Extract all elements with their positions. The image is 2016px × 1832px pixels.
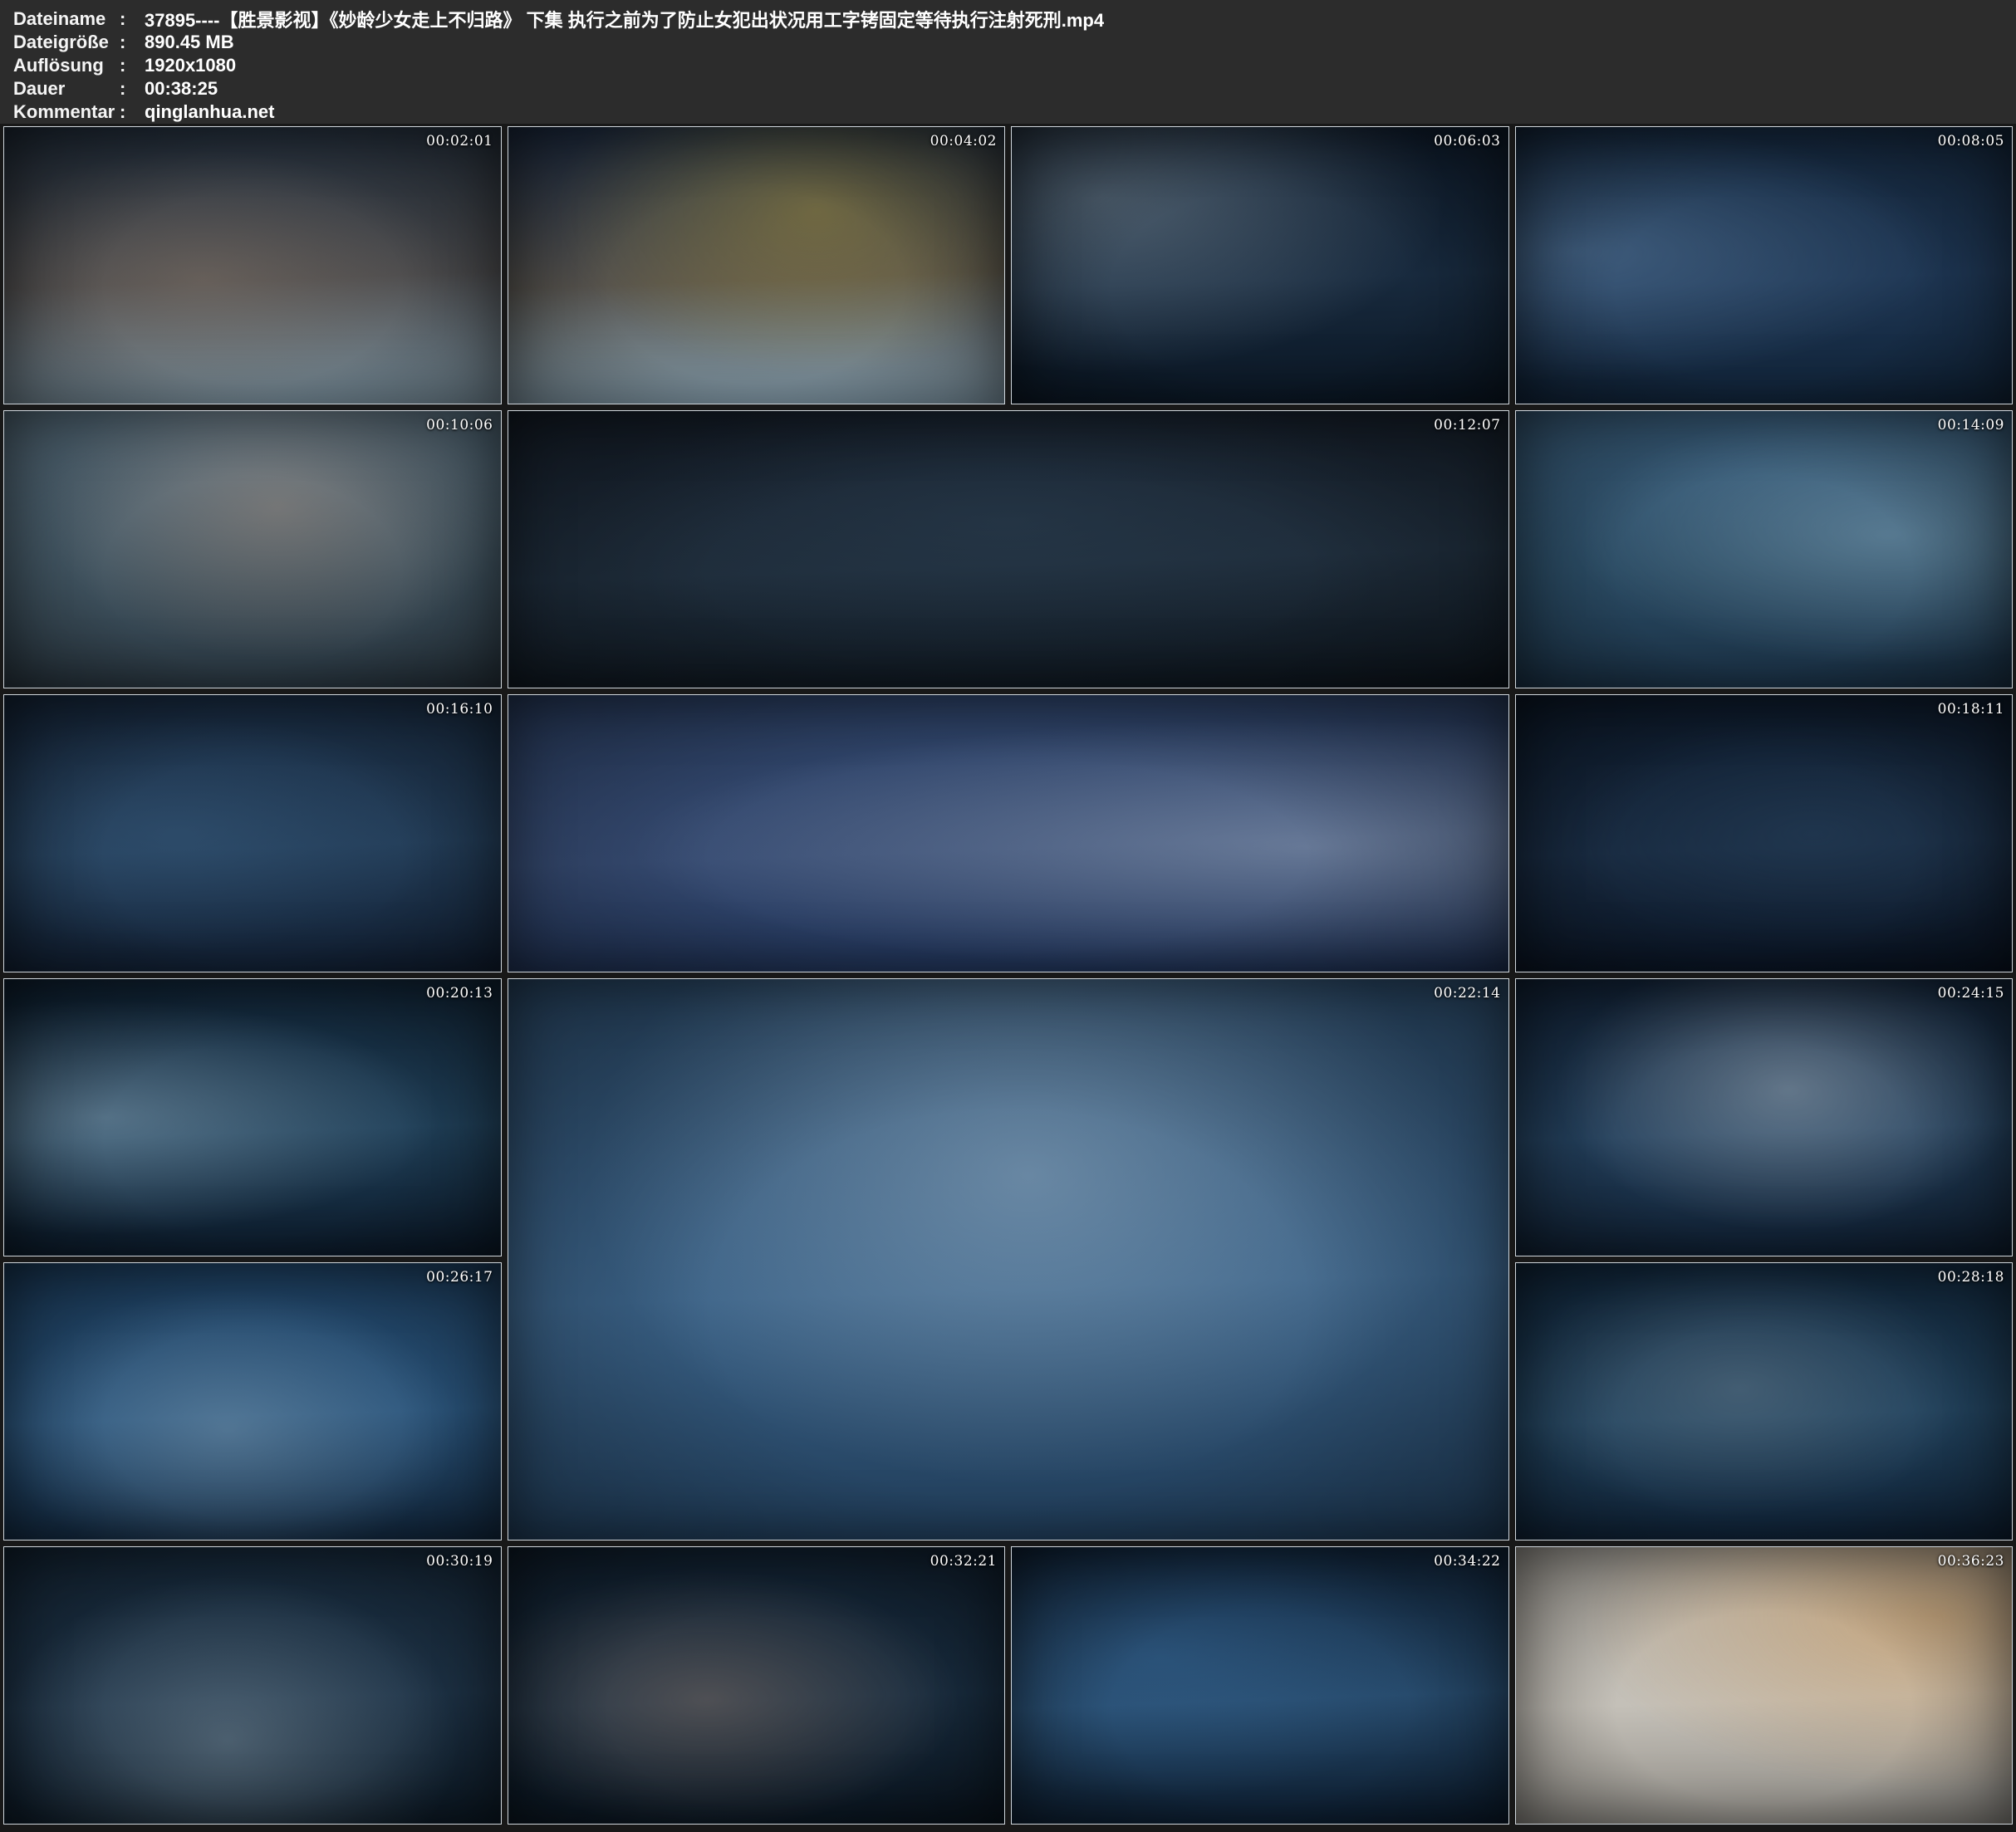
timestamp-overlay: 00:08:05 [1938, 133, 2004, 149]
video-thumbnail-9 [508, 694, 1509, 972]
timestamp-overlay: 00:12:07 [1434, 417, 1500, 434]
field-separator: : [120, 101, 145, 123]
video-thumbnail-19: 00:36:23 [1515, 1546, 2014, 1825]
comment-value: qinglanhua.net [145, 101, 274, 123]
timestamp-overlay: 00:06:03 [1434, 133, 1500, 149]
timestamp-overlay: 00:04:02 [930, 133, 997, 149]
metadata-row-filesize: Dateigröße : 890.45 MB [13, 31, 2016, 54]
field-label: Dauer [13, 78, 120, 100]
timestamp-overlay: 00:16:10 [426, 701, 493, 718]
video-thumbnail-11: 00:20:13 [3, 978, 502, 1256]
field-separator: : [120, 8, 145, 30]
timestamp-overlay: 00:30:19 [426, 1553, 493, 1570]
metadata-row-comment: Kommentar : qinglanhua.net [13, 100, 2016, 124]
timestamp-overlay: 00:22:14 [1434, 985, 1500, 1002]
timestamp-overlay: 00:10:06 [426, 417, 493, 434]
filesize-value: 890.45 MB [145, 32, 234, 53]
video-thumbnail-18: 00:34:22 [1011, 1546, 1509, 1825]
timestamp-overlay: 00:20:13 [426, 985, 493, 1002]
timestamp-overlay: 00:18:11 [1938, 701, 2004, 718]
timestamp-overlay: 00:24:15 [1938, 985, 2004, 1002]
field-separator: : [120, 55, 145, 76]
field-label: Auflösung [13, 55, 120, 76]
video-thumbnail-5: 00:10:06 [3, 410, 502, 688]
video-thumbnail-4: 00:08:05 [1515, 126, 2014, 404]
timestamp-overlay: 00:02:01 [426, 133, 493, 149]
video-thumbnail-10: 00:18:11 [1515, 694, 2014, 972]
field-separator: : [120, 78, 145, 100]
duration-value: 00:38:25 [145, 78, 218, 100]
video-thumbnail-16: 00:30:19 [3, 1546, 502, 1825]
video-thumbnail-14: 00:26:17 [3, 1262, 502, 1541]
field-label: Dateiname [13, 8, 120, 30]
video-thumbnail-3: 00:06:03 [1011, 126, 1509, 404]
timestamp-overlay: 00:34:22 [1434, 1553, 1500, 1570]
video-thumbnail-17: 00:32:21 [508, 1546, 1006, 1825]
metadata-row-filename: Dateiname : 37895----【胜景影视】《妙龄少女走上不归路》 下… [13, 7, 2016, 31]
timestamp-overlay: 00:36:23 [1938, 1553, 2004, 1570]
field-separator: : [120, 32, 145, 53]
metadata-row-resolution: Auflösung : 1920x1080 [13, 54, 2016, 77]
video-thumbnail-7: 00:14:09 [1515, 410, 2014, 688]
field-label: Kommentar [13, 101, 120, 123]
video-thumbnail-2: 00:04:02 [508, 126, 1006, 404]
video-thumbnail-8: 00:16:10 [3, 694, 502, 972]
thumbnail-grid: 00:02:01 00:04:02 00:06:03 00:08:05 00:1… [0, 124, 2016, 1832]
timestamp-overlay: 00:28:18 [1938, 1269, 2004, 1286]
video-thumbnail-6: 00:12:07 [508, 410, 1509, 688]
video-thumbnail-15: 00:28:18 [1515, 1262, 2014, 1541]
metadata-row-duration: Dauer : 00:38:25 [13, 77, 2016, 100]
filename-value: 37895----【胜景影视】《妙龄少女走上不归路》 下集 执行之前为了防止女犯… [145, 6, 1104, 32]
resolution-value: 1920x1080 [145, 55, 236, 76]
field-label: Dateigröße [13, 32, 120, 53]
metadata-header: Dateiname : 37895----【胜景影视】《妙龄少女走上不归路》 下… [0, 0, 2016, 124]
timestamp-overlay: 00:26:17 [426, 1269, 493, 1286]
timestamp-overlay: 00:14:09 [1938, 417, 2004, 434]
timestamp-overlay: 00:32:21 [930, 1553, 997, 1570]
video-thumbnail-12: 00:22:14 [508, 978, 1509, 1541]
video-thumbnail-13: 00:24:15 [1515, 978, 2014, 1256]
video-thumbnail-1: 00:02:01 [3, 126, 502, 404]
